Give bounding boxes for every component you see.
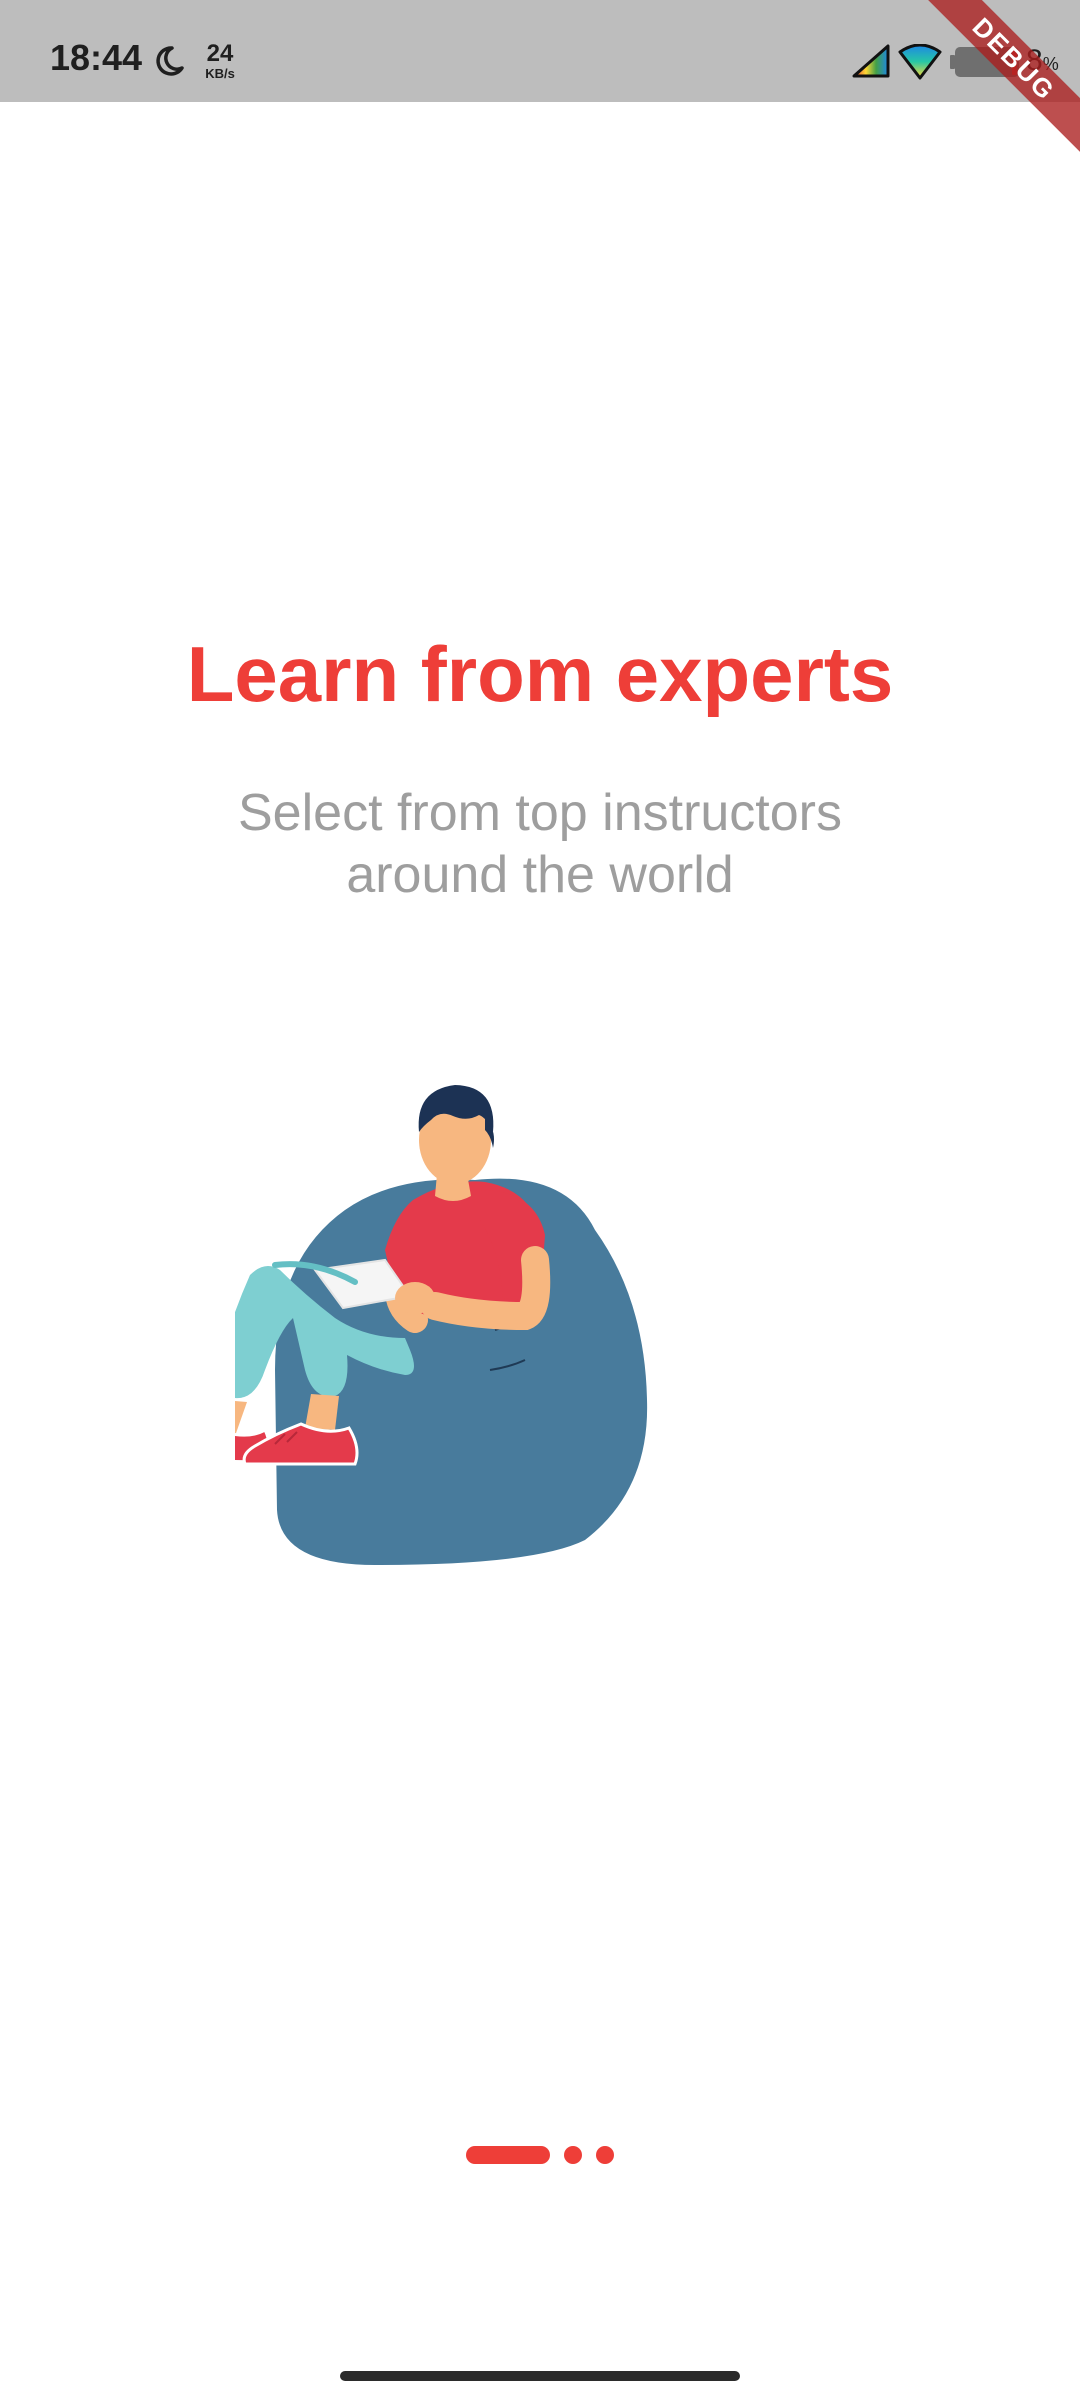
moon-icon <box>156 46 184 76</box>
home-gesture-bar[interactable] <box>340 2371 740 2381</box>
status-time: 18:44 <box>50 37 143 78</box>
signal-icon <box>852 44 890 78</box>
person-on-beanbag-illustration <box>235 1085 648 1565</box>
wifi-icon <box>898 44 942 80</box>
page-title: Learn from experts <box>186 630 894 718</box>
page-dot-3[interactable] <box>596 2146 614 2164</box>
page-dot-2[interactable] <box>564 2146 582 2164</box>
debug-banner: DEBUG <box>908 0 1080 165</box>
subtitle-line-1: Select from top instructors <box>238 784 842 842</box>
right-shoe <box>242 1422 359 1466</box>
onboarding-screen: 18:44 24 KB/s % DEBUG Learn from experts… <box>0 0 1080 2400</box>
network-speed: 24 KB/s <box>198 40 242 81</box>
subtitle-line-2: around the world <box>346 846 734 904</box>
network-speed-value: 24 <box>206 40 234 67</box>
page-dot-1-active[interactable] <box>466 2146 550 2164</box>
status-bar: 18:44 24 KB/s % DEBUG <box>0 0 1080 165</box>
page-subtitle: Select from top instructors around the w… <box>140 782 940 906</box>
page-indicator[interactable] <box>0 2145 1080 2165</box>
network-speed-unit: KB/s <box>205 66 235 81</box>
